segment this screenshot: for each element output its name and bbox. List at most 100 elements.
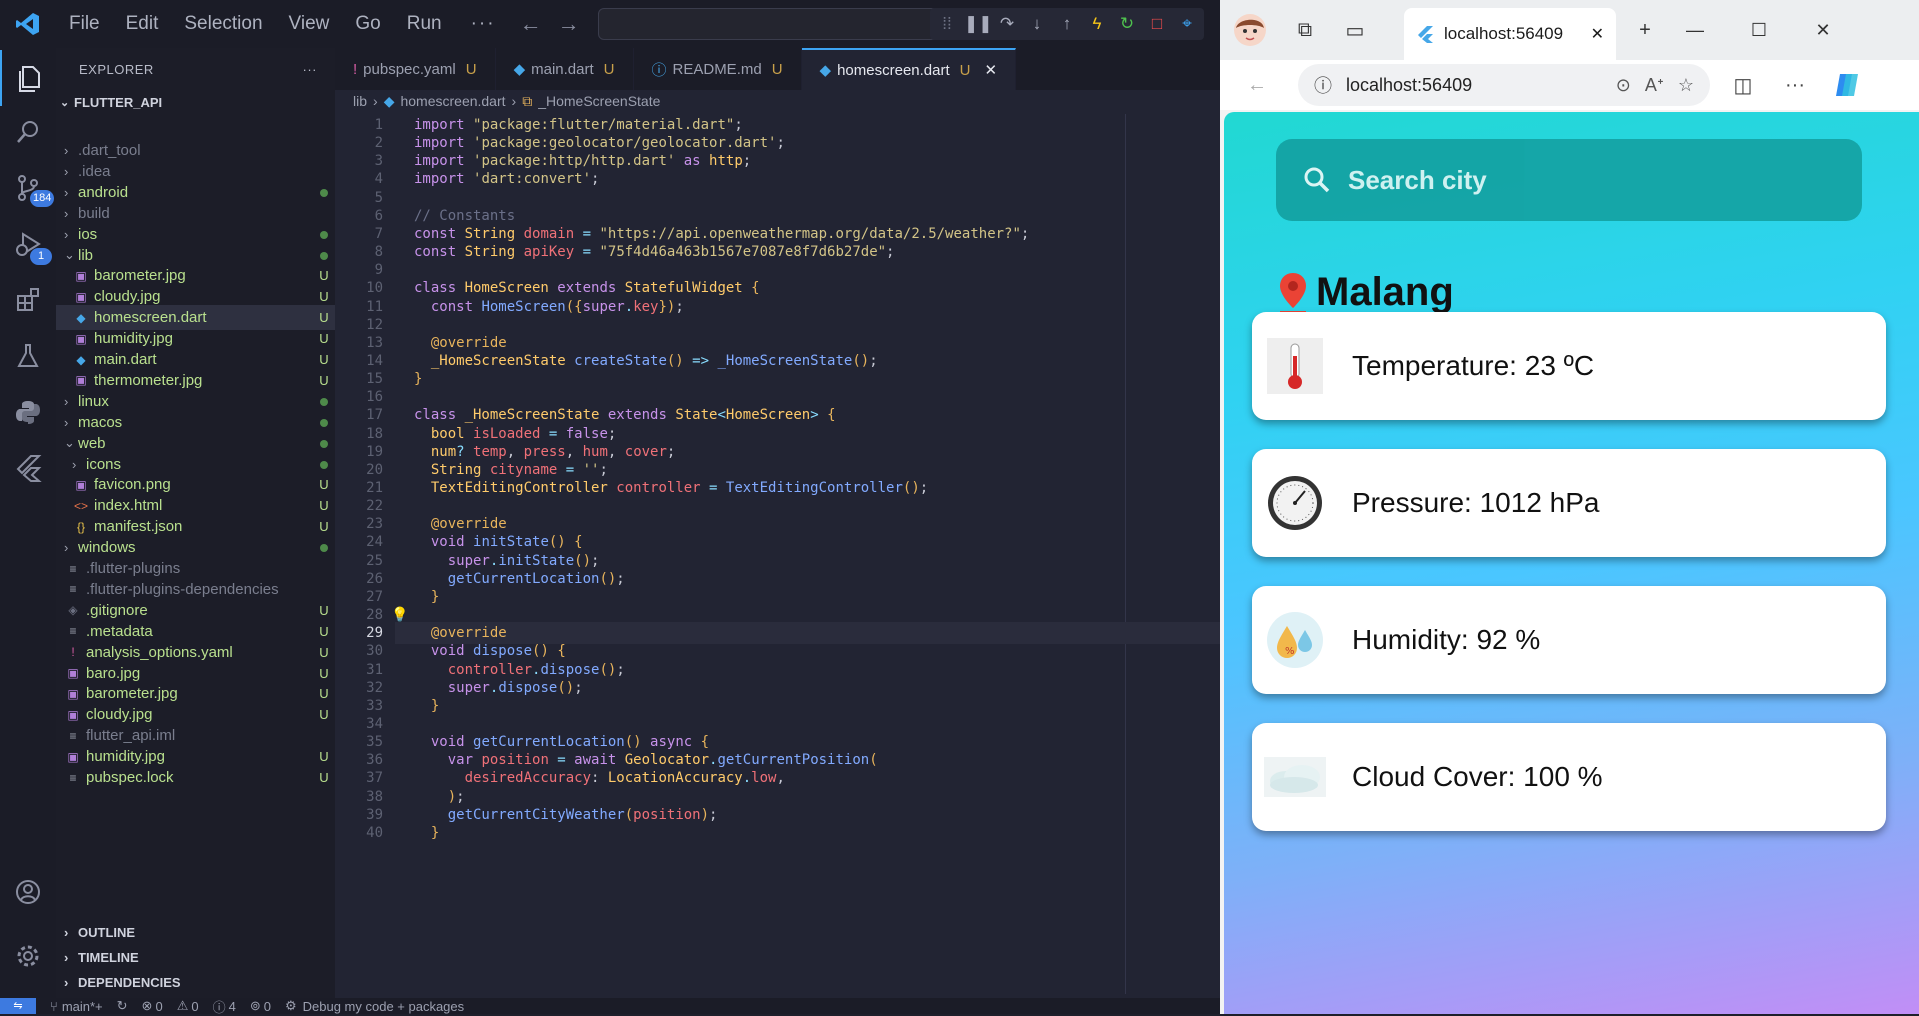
error-count[interactable]: 0 xyxy=(155,999,162,1014)
code-token: async xyxy=(650,734,701,751)
pause-icon[interactable]: ❚❚ xyxy=(964,14,993,34)
file-item[interactable]: ≡ pubspec.lock U xyxy=(56,765,335,790)
code-token: temp xyxy=(473,443,507,460)
search-icon[interactable] xyxy=(0,104,56,160)
read-aloud-icon[interactable]: Aᐩ xyxy=(1645,75,1664,96)
error-icon: ⊗ xyxy=(141,998,153,1013)
settings-gear-icon[interactable] xyxy=(0,928,56,984)
editor-tab[interactable]: ! pubspec.yaml U xyxy=(335,48,496,90)
explorer-icon[interactable] xyxy=(0,50,56,106)
search-city-input[interactable]: Search city xyxy=(1276,139,1862,221)
menu-edit[interactable]: Edit xyxy=(113,0,172,48)
explorer-more-button[interactable]: ··· xyxy=(303,62,318,77)
image-file-icon: ▣ xyxy=(75,373,87,388)
step-over-icon[interactable]: ↷ xyxy=(994,14,1020,34)
stop-icon[interactable]: □ xyxy=(1144,14,1170,34)
close-tab-icon[interactable]: ✕ xyxy=(985,61,998,79)
dependencies-section[interactable]: › DEPENDENCIES xyxy=(56,970,335,994)
debug-configuration[interactable]: Debug my code + packages xyxy=(303,999,465,1014)
workspace-root[interactable]: ⌄ FLUTTER_API xyxy=(56,90,335,114)
city-header: Malang xyxy=(1276,270,1454,315)
code-editor[interactable]: 1 import "package:flutter/material.dart";… xyxy=(335,114,1220,994)
tab-status: U xyxy=(959,61,971,79)
timeline-section[interactable]: › TIMELINE xyxy=(56,945,335,969)
site-info-icon[interactable]: ⓘ xyxy=(1314,72,1332,98)
browser-tab-active[interactable]: localhost:56409 ✕ xyxy=(1404,8,1616,60)
maximize-icon[interactable]: ☐ xyxy=(1727,0,1791,60)
code-token: } xyxy=(430,824,440,841)
step-into-icon[interactable]: ↓ xyxy=(1024,14,1050,34)
ports-count[interactable]: 0 xyxy=(264,999,271,1014)
code-token: ; xyxy=(675,298,684,315)
info-icon: ⓘ xyxy=(212,999,226,1015)
more-options-icon[interactable]: ··· xyxy=(1772,60,1818,110)
run-debug-icon[interactable]: 1 xyxy=(0,216,56,272)
vscode-window: File Edit Selection View Go Run ··· ← → … xyxy=(0,0,1220,1015)
inspect-widget-icon[interactable]: ⌖ xyxy=(1174,14,1200,34)
remote-indicator-icon[interactable]: ⇋ xyxy=(0,998,36,1014)
back-icon[interactable]: ← xyxy=(1234,60,1280,110)
tab-actions-icon[interactable]: ▭ xyxy=(1330,5,1380,55)
back-arrow-icon[interactable]: ← xyxy=(512,11,550,37)
menu-selection[interactable]: Selection xyxy=(171,0,275,48)
menu-go[interactable]: Go xyxy=(342,0,393,48)
close-window-icon[interactable]: ✕ xyxy=(1791,0,1855,60)
image-file-icon: ▣ xyxy=(75,268,87,283)
menu-view[interactable]: View xyxy=(276,0,343,48)
url-field[interactable]: ⓘ localhost:56409 ⊙ Aᐩ ☆ xyxy=(1298,64,1710,106)
code-token: StatefulWidget xyxy=(624,280,752,297)
debug-config-icon: ⚙ xyxy=(284,998,297,1013)
tree-item-label: humidity.jpg xyxy=(86,748,165,766)
ports-icon: ⊚ xyxy=(249,998,261,1013)
workspaces-icon[interactable]: ⧉ xyxy=(1280,5,1330,55)
code-token: } xyxy=(430,588,440,605)
close-tab-icon[interactable]: ✕ xyxy=(1591,24,1604,44)
split-screen-icon[interactable]: ◫ xyxy=(1720,60,1766,110)
editor-tab[interactable]: ◆ main.dart U xyxy=(496,48,634,90)
copilot-icon[interactable] xyxy=(1824,60,1870,110)
minimize-icon[interactable]: — xyxy=(1663,0,1727,60)
hot-reload-icon[interactable]: ϟ xyxy=(1084,14,1110,34)
step-out-icon[interactable]: ↑ xyxy=(1054,14,1080,34)
favorite-star-icon[interactable]: ☆ xyxy=(1678,75,1694,96)
code-token: => xyxy=(692,352,718,369)
testing-flask-icon[interactable] xyxy=(0,328,56,384)
dependencies-label: DEPENDENCIES xyxy=(78,974,181,990)
code-token: ; xyxy=(709,806,718,823)
breadcrumb-file[interactable]: homescreen.dart xyxy=(400,93,505,109)
code-token: () xyxy=(574,552,592,569)
python-icon[interactable] xyxy=(0,384,56,440)
profile-avatar[interactable] xyxy=(1220,5,1280,55)
editor-tab[interactable]: ⓘ README.md U xyxy=(634,48,802,90)
location-icon[interactable]: ⊙ xyxy=(1616,75,1631,96)
extensions-icon[interactable] xyxy=(0,272,56,328)
forward-arrow-icon[interactable]: → xyxy=(550,11,588,37)
menu-more-button[interactable]: ··· xyxy=(455,13,512,35)
flutter-icon[interactable] xyxy=(0,440,56,496)
tree-item-label: barometer.jpg xyxy=(86,685,178,703)
breadcrumb-class[interactable]: _HomeScreenState xyxy=(538,93,660,109)
editor-tab-active[interactable]: ◆ homescreen.dart U ✕ xyxy=(801,48,1017,90)
yaml-file-icon: ! xyxy=(71,645,75,660)
breadcrumb-lib[interactable]: lib xyxy=(353,93,367,109)
search-icon xyxy=(1304,167,1330,193)
menu-run[interactable]: Run xyxy=(394,0,455,48)
source-control-icon[interactable]: 184 xyxy=(0,160,56,216)
sync-icon[interactable]: ↻ xyxy=(117,998,128,1014)
drag-handle-icon[interactable]: ⁞⁞ xyxy=(934,14,960,34)
code-token: = xyxy=(574,225,600,242)
warning-count[interactable]: 0 xyxy=(191,999,198,1014)
outline-section[interactable]: › OUTLINE xyxy=(56,920,335,944)
account-icon[interactable] xyxy=(0,864,56,920)
restart-icon[interactable]: ↻ xyxy=(1114,14,1140,34)
menu-file[interactable]: File xyxy=(56,0,113,48)
command-center-search[interactable] xyxy=(597,8,964,40)
info-count[interactable]: 4 xyxy=(229,999,236,1014)
branch-name[interactable]: main*+ xyxy=(62,999,103,1014)
